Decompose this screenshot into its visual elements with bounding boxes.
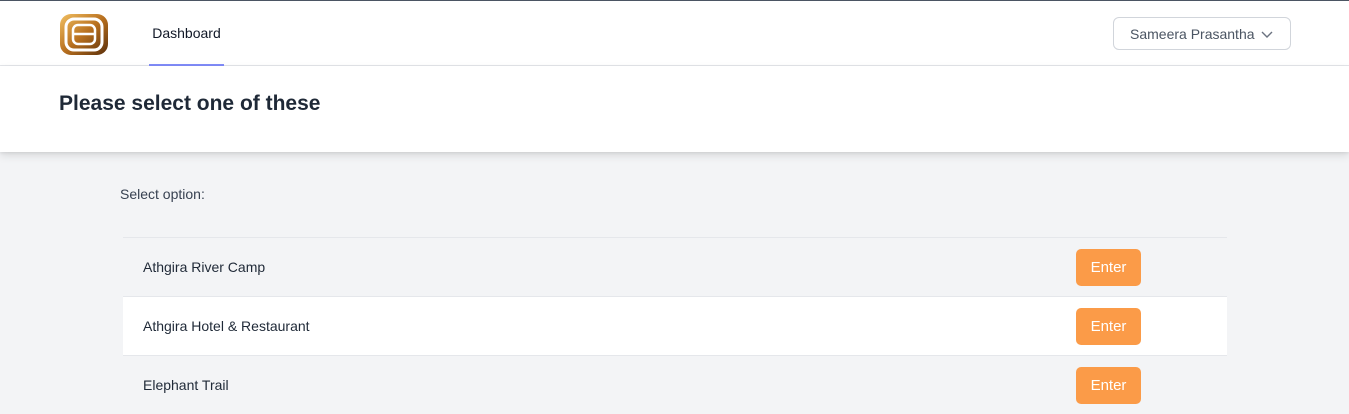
enter-button[interactable]: Enter — [1076, 367, 1141, 404]
nav-dashboard-label: Dashboard — [152, 24, 221, 41]
list-item: Athgira Hotel & Restaurant Enter — [123, 296, 1227, 355]
enter-button[interactable]: Enter — [1076, 308, 1141, 345]
options-list: Athgira River Camp Enter Athgira Hotel &… — [123, 237, 1227, 414]
page-title: Please select one of these — [59, 92, 321, 115]
option-name: Athgira River Camp — [143, 259, 266, 275]
user-name: Sameera Prasantha — [1130, 25, 1255, 42]
nav-dashboard[interactable]: Dashboard — [149, 1, 224, 66]
chevron-down-icon — [1260, 27, 1274, 41]
page-header: Please select one of these — [0, 66, 1349, 152]
enter-button[interactable]: Enter — [1076, 249, 1141, 286]
select-option-label: Select option: — [120, 186, 205, 202]
top-navbar: Dashboard Sameera Prasantha — [0, 0, 1349, 66]
option-name: Elephant Trail — [143, 377, 229, 393]
option-name: Athgira Hotel & Restaurant — [143, 318, 310, 334]
brand-logo-icon[interactable] — [59, 13, 109, 56]
list-item: Athgira River Camp Enter — [123, 237, 1227, 296]
list-item: Elephant Trail Enter — [123, 355, 1227, 414]
user-menu-button[interactable]: Sameera Prasantha — [1113, 17, 1291, 50]
